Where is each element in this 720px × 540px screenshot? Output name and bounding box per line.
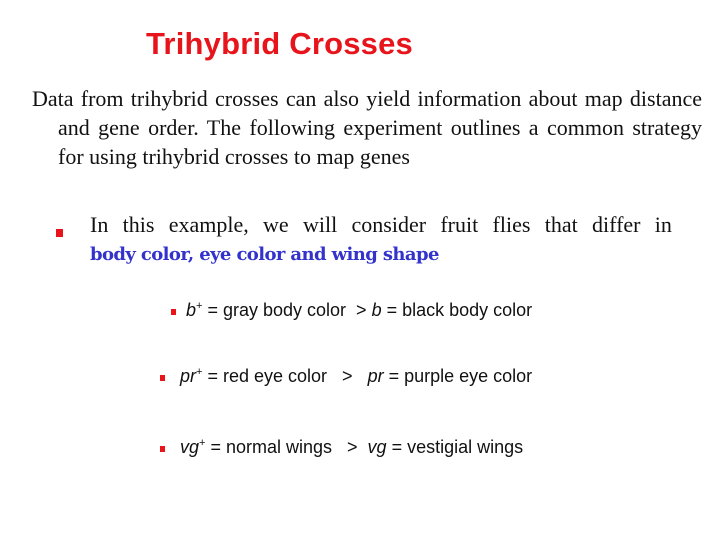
recessive-allele: b [371,300,382,320]
recessive-description: = vestigial wings [386,437,524,457]
dominant-description: = normal wings [205,437,348,457]
dominance-relation: > [347,437,358,457]
trait-wing-shape: vg+ = normal wings > vg = vestigial wing… [180,437,523,458]
slide-title: Trihybrid Crosses [146,26,413,61]
red-square-bullet-icon [160,446,165,452]
dominance-relation: > [342,366,353,386]
trait-eye-color: pr+ = red eye color > pr = purple eye co… [180,366,532,387]
word: fruit [440,212,479,237]
recessive-allele: pr [367,366,384,386]
slide: Trihybrid Crosses Data from trihybrid cr… [0,0,720,540]
traits-emphasis: body color, eye color and wing shape [90,244,439,265]
word: example, [168,212,249,237]
recessive-description: = black body color [381,300,533,320]
word: differ [592,212,641,237]
word: In [90,212,109,237]
word: consider [351,212,427,237]
red-square-bullet-icon [56,229,63,237]
red-square-bullet-icon [171,309,176,315]
recessive-description: = purple eye color [383,366,533,386]
dominance-relation: > [356,300,367,320]
word: we [263,212,289,237]
dominant-description: = red eye color [202,366,343,386]
word: this [122,212,155,237]
dominant-description: = gray body color [202,300,357,320]
word: in [654,212,672,237]
dominant-allele: vg [180,437,200,457]
word: that [544,212,578,237]
recessive-allele: vg [367,437,387,457]
trait-body-color: b+ = gray body color > b = black body co… [186,300,532,321]
intro-paragraph: Data from trihybrid crosses can also yie… [32,86,702,169]
red-square-bullet-icon [160,375,165,381]
dominant-allele: b [186,300,197,320]
bullet-line-1: In this example, we will consider fruit … [90,210,672,240]
word: will [303,212,338,237]
dominant-allele: pr [180,366,197,386]
word: flies [492,212,531,237]
bullet-fruit-flies: In this example, we will consider fruit … [90,210,672,270]
